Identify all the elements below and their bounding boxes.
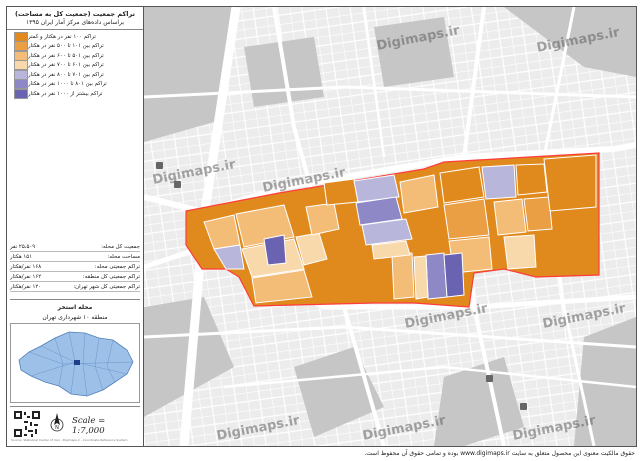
legend-item: تراکم بیشتر از ۱۰۰۰ نفر در هکتار [10, 88, 140, 99]
map-canvas[interactable]: Digimaps.ir Digimaps.ir Digimaps.ir Digi… [144, 7, 636, 446]
stat-label: تراکم جمعیتی کل شهر تهران: [73, 283, 140, 290]
parking-icon [520, 403, 527, 410]
legend-swatch [14, 60, 28, 71]
legend-label: تراکم بین ۷۰۱ تا ۸۰۰ نفر در هکتار [28, 71, 104, 78]
legend-label: تراکم بیشتر از ۱۰۰۰ نفر در هکتار [28, 90, 103, 97]
stat-value: ۲۵،۵۰۹ نفر [10, 243, 36, 250]
stat-label: جمعیت کل محله: [101, 243, 140, 250]
scale-block: N Scale = 1:7,000 Source: Statistical Ce… [10, 406, 140, 443]
parking-icon [156, 162, 163, 169]
legend-label: تراکم ۱۰۰ نفر در هکتار و کمتر [28, 33, 96, 40]
credit-line: Source: Statistical Center of Iran - Dig… [11, 438, 128, 442]
stats-table: جمعیت کل محله: ۲۵،۵۰۹ نفر مساحت محله: ۱۵۱ ه… [10, 242, 140, 292]
stat-value: ۱۶۸ نفر/هکتار [10, 263, 42, 270]
legend-title: تراکم جمعیت (جمعیت کل به مساحت) [15, 10, 135, 18]
stat-value: ۱۲۰ نفر/هکتار [10, 283, 42, 290]
north-arrow-icon: N [50, 413, 64, 432]
legend-label: تراکم بین ۸۰۱ تا ۱۰۰۰ نفر در هکتار [28, 81, 107, 88]
legend-subtitle: براساس داده‌های مرکز آمار ایران ۱۳۹۵ [25, 19, 125, 26]
inset-map [10, 323, 140, 403]
stat-label: مساحت محله: [107, 253, 140, 260]
svg-text:N: N [55, 425, 59, 431]
map-svg [144, 7, 636, 446]
legend-swatch [14, 31, 28, 42]
legend-swatch [14, 50, 28, 61]
legend-classes: تراکم ۱۰۰ نفر در هکتار و کمتر تراکم بین ۱… [7, 29, 143, 101]
qr-code [13, 410, 41, 438]
selected-district [74, 360, 80, 365]
scale-text: Scale = 1:7,000 [72, 416, 106, 436]
legend-label: تراکم بین ۶۰۱ تا ۷۰۰ نفر در هکتار [28, 62, 104, 69]
legend-item: تراکم بین ۶۰۱ تا ۷۰۰ نفر در هکتار [10, 60, 140, 71]
stat-row: تراکم جمعیتی کل شهر تهران: ۱۲۰ نفر/هکتار [10, 282, 140, 292]
parking-icon [486, 375, 493, 382]
neighborhood-name: محله استخر [57, 304, 93, 311]
legend-label: تراکم بین ۱۰۱ تا ۵۰۰ نفر در هکتار [28, 43, 104, 50]
stat-row: تراکم جمعیتی کل منطقه: ۱۶۲ نفر/هکتار [10, 272, 140, 282]
stat-row: تراکم جمعیتی محله: ۱۶۸ نفر/هکتار [10, 262, 140, 272]
legend-item: تراکم بین ۷۰۱ تا ۸۰۰ نفر در هکتار [10, 69, 140, 80]
legend-item: تراکم بین ۸۰۱ تا ۱۰۰۰ نفر در هکتار [10, 79, 140, 90]
legend-panel: تراکم جمعیت (جمعیت کل به مساحت) براساس د… [7, 7, 144, 446]
stat-value: ۱۶۲ نفر/هکتار [10, 273, 42, 280]
stat-row: مساحت محله: ۱۵۱ هکتار [10, 252, 140, 262]
area-box: محله استخر منطقه ۱۰ شهرداری تهران [10, 299, 140, 323]
district-name: منطقه ۱۰ شهرداری تهران [42, 314, 108, 321]
legend-item: تراکم بین ۵۰۱ تا ۶۰۰ نفر در هکتار [10, 50, 140, 61]
stat-row: جمعیت کل محله: ۲۵،۵۰۹ نفر [10, 242, 140, 252]
stat-label: تراکم جمعیتی محله: [94, 263, 140, 270]
legend-swatch [14, 88, 28, 99]
legend-label: تراکم بین ۵۰۱ تا ۶۰۰ نفر در هکتار [28, 52, 104, 59]
legend-swatch [14, 41, 28, 52]
legend-swatch [14, 79, 28, 90]
legend-swatch [14, 69, 28, 80]
stat-value: ۱۵۱ هکتار [10, 253, 33, 260]
copyright-footer: حقوق مالکیت معنوی این محصول متعلق به سای… [364, 450, 635, 457]
legend-item: تراکم بین ۱۰۱ تا ۵۰۰ نفر در هکتار [10, 41, 140, 52]
legend-item: تراکم ۱۰۰ نفر در هکتار و کمتر [10, 31, 140, 42]
stat-label: تراکم جمعیتی کل منطقه: [82, 273, 140, 280]
map-frame: تراکم جمعیت (جمعیت کل به مساحت) براساس د… [6, 6, 637, 447]
